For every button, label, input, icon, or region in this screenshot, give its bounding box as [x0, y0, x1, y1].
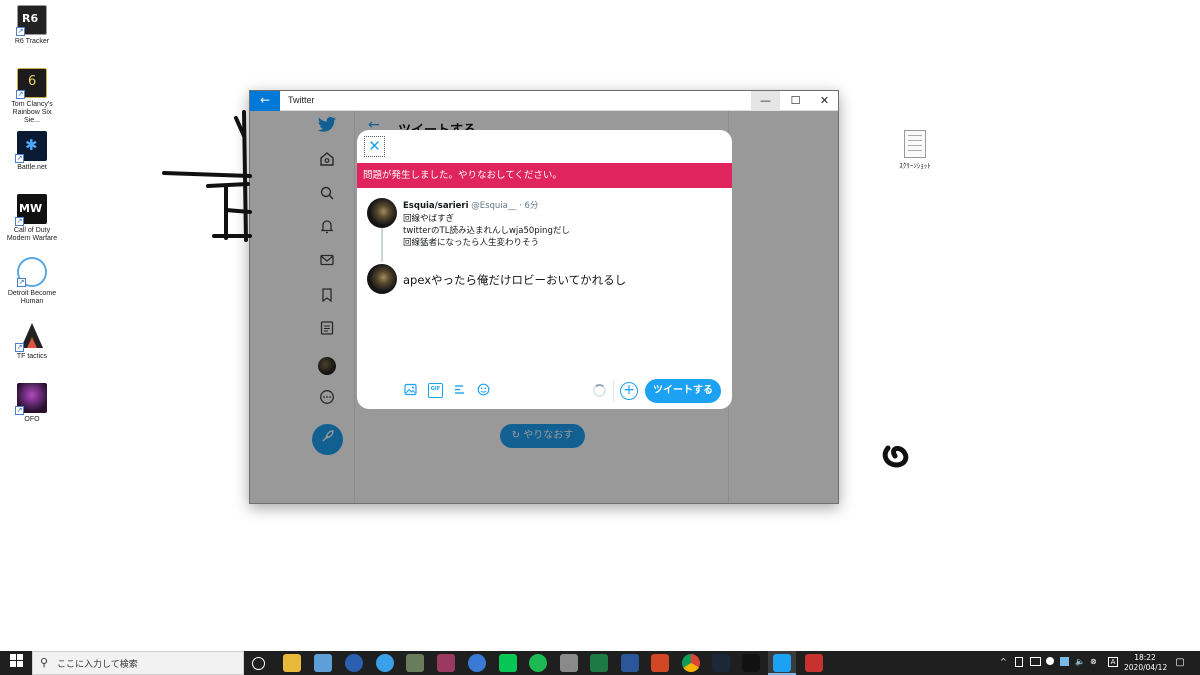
- app-icon-2[interactable]: [406, 654, 424, 672]
- toolbar-divider: [613, 380, 614, 402]
- powerpoint-icon[interactable]: [651, 654, 669, 672]
- taskbar-clock[interactable]: 18:22 2020/04/12: [1124, 653, 1168, 673]
- tweet-button[interactable]: ツイートする: [645, 379, 721, 403]
- desktop-file-icon[interactable]: ｽｸﾘｰﾝｼｮｯﾄ: [890, 130, 940, 171]
- tf-tactics-icon: ↗: [15, 320, 47, 352]
- action-center-icon[interactable]: ▢: [1172, 655, 1188, 671]
- desktop-icon-label: OFO: [24, 416, 40, 423]
- network-icon[interactable]: [1030, 657, 1041, 666]
- minimize-button[interactable]: —: [751, 91, 780, 111]
- task-view-icon[interactable]: [252, 657, 265, 670]
- gif-icon[interactable]: GIF: [428, 383, 443, 398]
- tweet-text-line: twitterのTL読み込まれんしwja50pingだし: [403, 226, 570, 236]
- desktop-icon-label: Tom Clancy's Rainbow Six Sie...: [11, 101, 53, 124]
- reply-text-area[interactable]: apexやったら俺だけロビーおいてかれるし: [403, 272, 626, 288]
- twitter-taskbar-button[interactable]: [768, 651, 796, 675]
- character-count-ring: [593, 384, 606, 397]
- desktop-icon-label: R6 Tracker: [14, 38, 50, 45]
- call-of-duty-icon: MW ↗: [15, 194, 47, 226]
- desktop-icon-label: Detroit Become Human: [7, 290, 57, 305]
- app-icon-6[interactable]: [742, 654, 760, 672]
- r6-tracker-icon: R6 ↗: [16, 5, 47, 36]
- close-dialog-button[interactable]: ✕: [364, 136, 385, 157]
- battlenet-icon: ✱ ↗: [15, 131, 47, 163]
- taskbar-search-box[interactable]: ⚲ ここに入力して検索: [32, 651, 244, 675]
- maximize-button[interactable]: ☐: [781, 91, 810, 111]
- compose-dialog: ✕ 問題が発生しました。やりなおしてください。 Esquia/sarieri @…: [357, 130, 732, 409]
- desktop-icon-call-of-duty[interactable]: MW ↗ Call of Duty Modern Warfare: [4, 194, 60, 243]
- desktop-file-label: ｽｸﾘｰﾝｼｮｯﾄ: [899, 163, 931, 170]
- window-title: Twitter: [288, 95, 315, 105]
- desktop-icon-detroit[interactable]: ↗ Detroit Become Human: [4, 257, 60, 306]
- poll-icon[interactable]: [452, 383, 467, 398]
- author-handle: @Esquia__: [471, 201, 517, 211]
- apex-icon[interactable]: [805, 654, 823, 672]
- app-icon-1[interactable]: [345, 654, 363, 672]
- close-window-button[interactable]: ✕: [810, 91, 839, 111]
- desktop-icon-label: Call of Duty Modern Warfare: [6, 227, 58, 242]
- show-hidden-icons-icon[interactable]: ^: [1000, 657, 1007, 666]
- tray-icon-2[interactable]: [1046, 657, 1054, 665]
- app-icon-3[interactable]: [437, 654, 455, 672]
- ofo-icon: ↗: [15, 383, 47, 415]
- taskbar: ⚲ ここに入力して検索 ^ 🔈 ⊗ A 18:22 2020/04/12 ▢: [0, 651, 1200, 675]
- emoji-icon[interactable]: [476, 383, 491, 398]
- photos-icon[interactable]: [314, 654, 332, 672]
- tweet-text-line: 回線やばすぎ: [403, 214, 455, 224]
- desktop-icon-battlenet[interactable]: ✱ ↗ Battle.net: [4, 131, 60, 172]
- add-tweet-button[interactable]: +: [620, 382, 638, 400]
- tweet-time: 6分: [524, 201, 539, 211]
- word-icon[interactable]: [621, 654, 639, 672]
- detroit-icon: ↗: [17, 257, 47, 287]
- reply-author-avatar: [367, 264, 397, 294]
- rainbow-six-icon: 6 ↗: [16, 68, 47, 99]
- ime-indicator[interactable]: A: [1108, 657, 1118, 667]
- desktop-icon-label: Battle.net: [17, 164, 47, 171]
- title-bar: ← Twitter — ☐ ✕: [250, 91, 838, 111]
- app-icon-5[interactable]: [560, 654, 578, 672]
- search-placeholder: ここに入力して検索: [57, 660, 138, 670]
- plus-icon: +: [623, 382, 635, 398]
- tray-icon-4[interactable]: ⊗: [1090, 657, 1097, 666]
- line-icon[interactable]: [499, 654, 517, 672]
- chrome-icon[interactable]: [682, 654, 700, 672]
- spotify-icon[interactable]: [529, 654, 547, 672]
- excel-icon[interactable]: [590, 654, 608, 672]
- original-tweet-header: Esquia/sarieri @Esquia__ · 6分: [403, 199, 538, 211]
- error-banner: 問題が発生しました。やりなおしてください。: [357, 163, 732, 188]
- clock-date: 2020/04/12: [1124, 663, 1168, 672]
- image-icon[interactable]: [403, 383, 418, 398]
- back-arrow-icon[interactable]: ←: [250, 91, 280, 111]
- file-explorer-icon[interactable]: [283, 654, 301, 672]
- windows-logo-icon: [9, 654, 23, 667]
- thread-connector: [381, 228, 383, 262]
- original-tweet-avatar: [367, 198, 397, 228]
- tray-icon-3[interactable]: [1060, 657, 1069, 666]
- desktop-icon-r6-tracker[interactable]: R6 ↗ R6 Tracker: [4, 5, 60, 46]
- tray-icon-1[interactable]: [1015, 657, 1023, 667]
- clock-time: 18:22: [1134, 653, 1156, 662]
- tweet-text-line: 回線猛者になったら人生変わりそう: [403, 238, 540, 248]
- teamviewer-icon[interactable]: [376, 654, 394, 672]
- text-file-icon: [904, 130, 926, 158]
- separator-dot: ·: [519, 201, 522, 211]
- start-button[interactable]: [0, 651, 32, 675]
- close-icon: ✕: [368, 137, 381, 155]
- search-icon: ⚲: [40, 656, 49, 669]
- author-name[interactable]: Esquia/sarieri: [403, 201, 469, 211]
- desktop-icon-ofo[interactable]: ↗ OFO: [4, 383, 60, 424]
- app-icon-4[interactable]: [468, 654, 486, 672]
- volume-icon[interactable]: 🔈: [1075, 657, 1085, 666]
- steam-icon[interactable]: [712, 654, 730, 672]
- desktop-icon-rainbow-six[interactable]: 6 ↗ Tom Clancy's Rainbow Six Sie...: [4, 68, 60, 125]
- twitter-taskbar-icon: [773, 654, 791, 672]
- desktop-icon-tf-tactics[interactable]: ↗ TF tactics: [4, 320, 60, 361]
- desktop-icon-label: TF tactics: [16, 353, 48, 360]
